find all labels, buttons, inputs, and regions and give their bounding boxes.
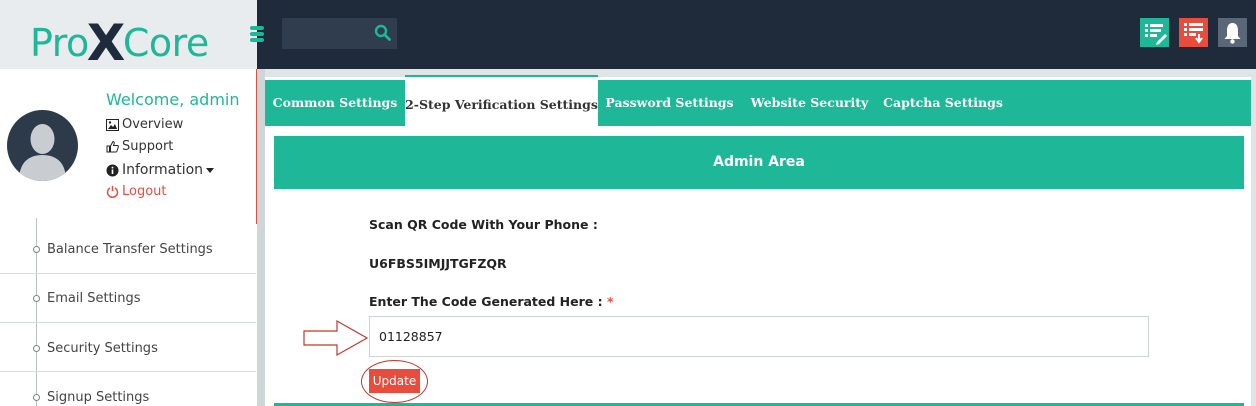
tab-2-step-verification[interactable]: 2-Step Verification Settings bbox=[405, 75, 598, 126]
download-list-icon[interactable] bbox=[1179, 18, 1208, 47]
support-link[interactable]: Support bbox=[106, 139, 173, 154]
tab-captcha-settings[interactable]: Captcha Settings bbox=[878, 80, 1008, 126]
sidebar-item-signup[interactable]: Signup Settings bbox=[0, 372, 256, 406]
bullet-icon bbox=[33, 246, 40, 253]
logo-text-right: Core bbox=[122, 21, 209, 65]
sidebar-item-label: Security Settings bbox=[47, 341, 158, 356]
support-label: Support bbox=[122, 139, 174, 154]
caret-down-icon bbox=[206, 167, 215, 173]
code-label-text: Enter The Code Generated Here : bbox=[369, 294, 603, 309]
overview-link[interactable]: Overview bbox=[106, 117, 183, 132]
thumbs-up-icon bbox=[106, 140, 119, 153]
power-icon bbox=[106, 185, 119, 198]
bullet-icon bbox=[33, 394, 40, 401]
logo-x: X bbox=[86, 14, 126, 72]
sidebar-item-security[interactable]: Security Settings bbox=[0, 323, 256, 372]
avatar bbox=[7, 110, 78, 181]
logo-text-left: Pro bbox=[30, 21, 89, 65]
logo[interactable]: ProXCore bbox=[30, 10, 209, 72]
sidebar-item-email[interactable]: Email Settings bbox=[0, 274, 256, 323]
sidebar-item-balance-transfer[interactable]: Balance Transfer Settings bbox=[0, 225, 256, 274]
logout-link[interactable]: Logout bbox=[106, 184, 167, 199]
logo-area: ProXCore bbox=[0, 0, 257, 72]
annotation-circle bbox=[361, 360, 428, 403]
code-label: Enter The Code Generated Here : * bbox=[369, 294, 614, 309]
search-icon[interactable] bbox=[374, 24, 392, 42]
settings-tabs: Common Settings 2-Step Verification Sett… bbox=[265, 75, 1251, 126]
sidebar-item-label: Email Settings bbox=[47, 291, 141, 306]
bullet-icon bbox=[33, 345, 40, 352]
sidebar-item-label: Signup Settings bbox=[47, 390, 150, 405]
bullet-icon bbox=[33, 295, 40, 302]
sidebar-scroll-track bbox=[257, 69, 265, 406]
secret-key-text: U6FBS5IMJJTGFZQR bbox=[369, 256, 507, 271]
bell-icon[interactable] bbox=[1218, 18, 1247, 47]
information-dropdown[interactable]: Information bbox=[106, 162, 215, 178]
tab-website-security[interactable]: Website Security bbox=[741, 80, 878, 126]
tab-password-settings[interactable]: Password Settings bbox=[598, 80, 741, 126]
information-label: Information bbox=[122, 162, 204, 178]
info-icon bbox=[106, 164, 119, 176]
qr-code-label: Scan QR Code With Your Phone : bbox=[369, 217, 598, 232]
sidebar-item-label: Balance Transfer Settings bbox=[47, 242, 213, 257]
required-marker: * bbox=[606, 294, 614, 309]
annotation-arrow bbox=[303, 319, 369, 357]
overview-label: Overview bbox=[122, 117, 184, 132]
tab-common-settings[interactable]: Common Settings bbox=[265, 80, 405, 126]
menu-toggle-icon[interactable] bbox=[247, 24, 267, 44]
verification-code-input[interactable]: 01128857 bbox=[369, 316, 1149, 357]
image-icon bbox=[106, 118, 119, 131]
welcome-text: Welcome, admin bbox=[106, 90, 240, 109]
admin-area-header: Admin Area bbox=[274, 136, 1244, 189]
edit-list-icon[interactable] bbox=[1140, 18, 1169, 47]
page-right-gutter bbox=[1251, 69, 1256, 406]
logout-label: Logout bbox=[122, 184, 167, 199]
